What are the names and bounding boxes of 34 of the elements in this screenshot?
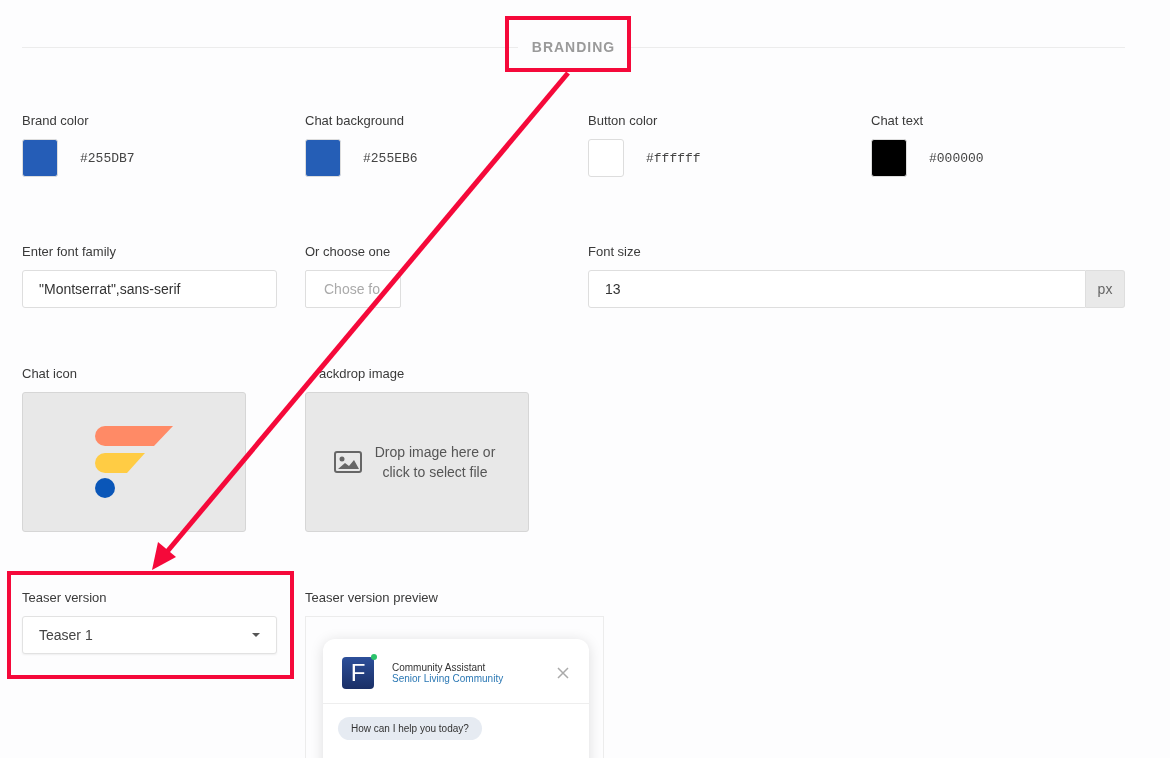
image-icon [334, 451, 362, 473]
community-name: Senior Living Community [392, 673, 505, 684]
bot-name: Community Assistant [392, 662, 486, 673]
font-size-field[interactable]: 13 [588, 270, 1086, 308]
field-label: ackdrop image [318, 366, 406, 382]
field-label: Enter font family [22, 244, 117, 260]
field-label: Chat icon [22, 366, 78, 382]
teaser-select[interactable]: Teaser 1 [22, 616, 277, 654]
logo-icon [95, 426, 173, 498]
color-swatch[interactable] [871, 139, 907, 177]
color-swatch[interactable] [588, 139, 624, 177]
caret-icon [252, 633, 260, 637]
chat-icon-dropzone[interactable] [22, 392, 246, 532]
field-label: Button color [588, 113, 659, 129]
unit-label: px [1086, 270, 1125, 308]
field-label: Teaser version [22, 590, 108, 606]
field-label: Chat text [871, 113, 925, 129]
color-value: #ffffff [646, 150, 701, 166]
field-label: Or choose one [305, 244, 392, 260]
image-dropzone[interactable]: Drop image here or click to select file [305, 392, 529, 532]
field-label: Brand color [22, 113, 90, 129]
font-family-field[interactable]: "Montserrat",sans-serif [22, 270, 277, 308]
color-value: #255EB6 [363, 150, 418, 166]
chat-message: How can I help you today? [338, 717, 482, 740]
color-swatch[interactable] [22, 139, 58, 177]
field-label: Chat background [305, 113, 405, 129]
color-value: #000000 [929, 150, 984, 166]
dropzone-hint: Drop image here or click to select file [373, 443, 497, 482]
field-label: Teaser version preview [305, 590, 439, 606]
section-title: BRANDING [530, 39, 617, 55]
bot-avatar: F [342, 657, 374, 689]
field-label: Font size [588, 244, 642, 260]
color-swatch[interactable] [305, 139, 341, 177]
color-value: #255DB7 [80, 150, 135, 166]
